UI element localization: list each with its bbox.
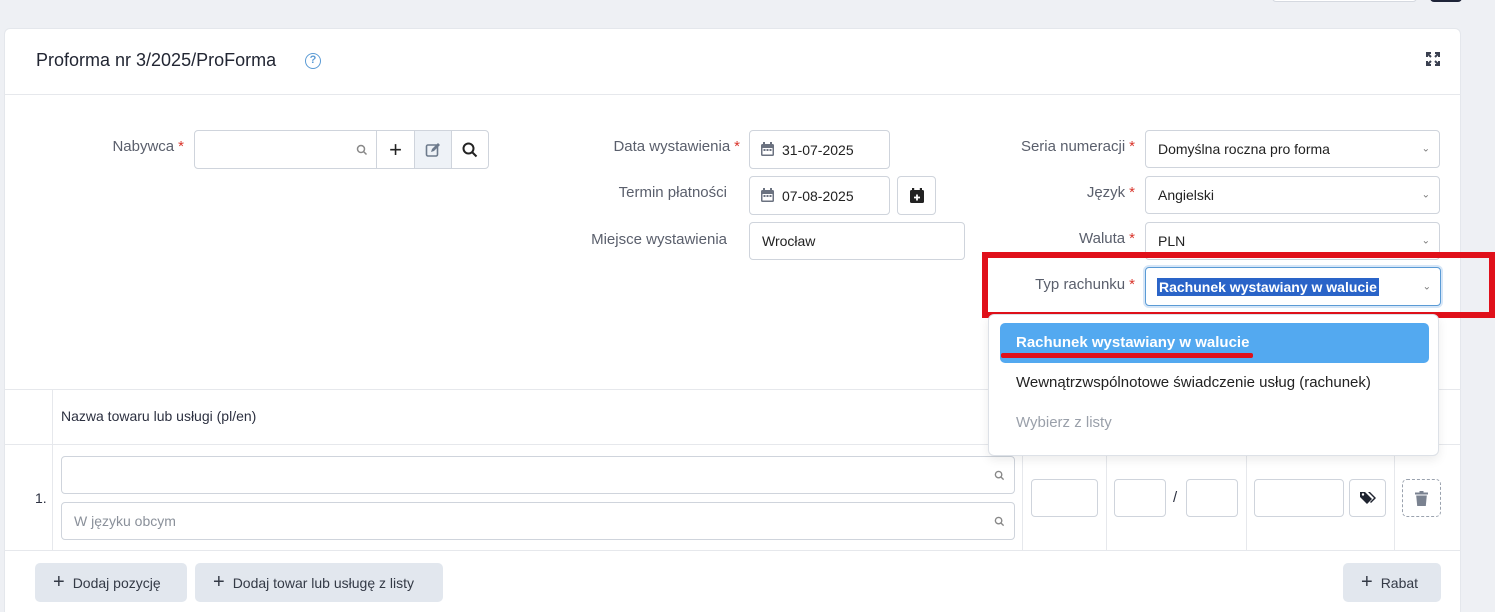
slash-separator: / <box>1173 489 1178 506</box>
product-foreign-name-input[interactable]: W języku obcym <box>61 502 1015 540</box>
column-divider <box>52 390 53 550</box>
column-divider <box>1394 445 1395 550</box>
unit-secondary-input[interactable] <box>1186 479 1238 517</box>
language-select[interactable]: Angielski ⌄ <box>1145 176 1440 214</box>
series-label: Seria numeracji * <box>1020 138 1135 155</box>
buyer-input[interactable] <box>194 130 378 169</box>
tags-icon <box>1359 492 1376 504</box>
search-icon <box>462 142 478 157</box>
edit-buyer-button[interactable] <box>414 130 452 169</box>
plus-icon: + <box>1361 571 1373 593</box>
discount-button[interactable]: + Rabat <box>1343 563 1441 602</box>
calendar-plus-icon <box>909 188 924 203</box>
delete-row-button[interactable] <box>1402 479 1441 517</box>
issue-date-input[interactable]: 31-07-2025 <box>749 130 890 169</box>
search-buyer-button[interactable] <box>451 130 489 169</box>
row-number: 1. <box>35 490 47 506</box>
option-wybierz-z-listy[interactable]: Wybierz z listy <box>1000 403 1429 443</box>
chevron-down-icon: ⌄ <box>1421 143 1430 155</box>
plus-icon: + <box>53 571 65 593</box>
add-position-button[interactable]: + Dodaj pozycję <box>35 563 187 602</box>
column-divider <box>1106 445 1107 550</box>
payment-term-input[interactable]: 07-08-2025 <box>749 176 890 215</box>
account-type-dropdown: Rachunek wystawiany w walucie Wewnątrzws… <box>988 314 1439 456</box>
tag-button[interactable] <box>1349 479 1386 517</box>
expand-icon[interactable] <box>1425 51 1441 67</box>
top-button-stub[interactable] <box>1272 0 1417 2</box>
issue-date-label: Data wystawienia * <box>613 138 740 155</box>
buyer-label: Nabywca * <box>112 138 184 155</box>
payment-term-label: Termin płatności <box>618 184 727 201</box>
option-wewnatrzwspolnotowe[interactable]: Wewnątrzwspólnotowe świadczenie usług (r… <box>1000 363 1429 403</box>
add-from-list-button[interactable]: + Dodaj towar lub usługę z listy <box>195 563 443 602</box>
search-icon <box>994 516 1005 527</box>
underline-annotation <box>1001 353 1253 358</box>
currency-label: Waluta * <box>1079 230 1135 247</box>
place-label: Miejsce wystawienia <box>591 231 727 248</box>
search-icon <box>356 144 368 156</box>
chevron-down-icon: ⌄ <box>1421 235 1430 247</box>
series-select[interactable]: Domyślna roczna pro forma ⌄ <box>1145 130 1440 168</box>
edit-icon <box>425 142 440 157</box>
calendar-picker-button[interactable] <box>897 176 936 215</box>
header-divider <box>4 94 1461 95</box>
calendar-icon <box>761 188 774 202</box>
place-input[interactable]: Wrocław <box>749 222 965 260</box>
chevron-down-icon: ⌄ <box>1421 189 1430 201</box>
table-header-name: Nazwa towaru lub usługi (pl/en) <box>61 408 257 424</box>
help-icon[interactable]: ? <box>305 53 321 69</box>
quantity-input[interactable] <box>1031 479 1098 517</box>
page-title: Proforma nr 3/2025/ProForma <box>36 50 277 70</box>
top-button-stub-dark[interactable] <box>1430 0 1462 2</box>
language-label: Język * <box>1086 184 1135 201</box>
product-name-input[interactable] <box>61 456 1015 494</box>
highlight-annotation <box>982 252 1495 318</box>
trash-icon <box>1415 490 1428 506</box>
plus-icon: + <box>213 571 225 593</box>
add-buyer-button[interactable]: + <box>376 130 415 169</box>
search-icon <box>994 470 1005 481</box>
table-bottom-divider <box>4 550 1461 551</box>
unit-input[interactable] <box>1114 479 1166 517</box>
column-divider <box>1246 445 1247 550</box>
price-input[interactable] <box>1254 479 1344 517</box>
calendar-icon <box>761 142 774 156</box>
column-divider <box>1022 445 1023 550</box>
